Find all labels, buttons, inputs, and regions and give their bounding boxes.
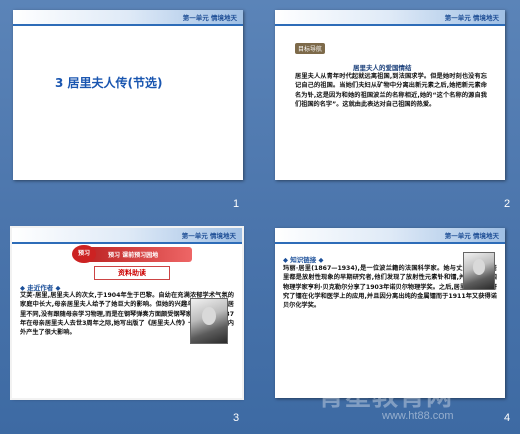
slide-thumbnail-4[interactable]: 第一单元 情境地天 ◆ 知识链接 ◆ 玛丽·居里(1867—1934),是一位波… — [275, 228, 505, 398]
reading-aid-box: 资料助读 — [94, 266, 170, 280]
lesson-title: 3 居里夫人传(节选) — [55, 76, 163, 90]
slide-header: 第一单元 情境地天 — [12, 228, 242, 244]
preview-banner: 预习 预习 课前预习园地 — [72, 245, 192, 263]
header-label: 第一单元 情境地天 — [181, 232, 236, 240]
section-subhead: 居里夫人的爱国情结 — [353, 64, 412, 72]
slide-number-3: 3 — [233, 412, 240, 424]
header-label: 第一单元 情境地天 — [444, 14, 499, 22]
slide-header: 第一单元 情境地天 — [275, 228, 505, 244]
watermark-url: www.ht88.com — [382, 410, 454, 422]
slide-number-2: 2 — [504, 198, 511, 210]
slide-thumbnail-1[interactable]: 第一单元 情境地天 3 居里夫人传(节选) — [13, 10, 243, 180]
section-bullet: ◆ 知识链接 ◆ — [283, 256, 324, 264]
slide-header: 第一单元 情境地天 — [275, 10, 505, 26]
slide-thumbnail-2[interactable]: 第一单元 情境地天 目标导航 居里夫人的爱国情结 居里夫人从青年时代起就远离祖国… — [275, 10, 505, 180]
watermark-logo: 育星教育网 — [318, 382, 454, 412]
curie-photo — [463, 252, 495, 290]
slide-number-4: 4 — [504, 412, 511, 424]
header-label: 第一单元 情境地天 — [182, 14, 237, 22]
body-paragraph: 居里夫人从青年时代起就远离祖国,到法国求学。但是她时刻也没有忘记自己的祖国。当她… — [295, 73, 487, 108]
slide-number-1: 1 — [233, 198, 240, 210]
author-photo — [190, 298, 228, 344]
slide-thumbnail-3[interactable]: 第一单元 情境地天 预习 预习 课前预习园地 资料助读 ◆ 走近作者 ◆ 艾芙·居… — [10, 226, 244, 400]
header-label: 第一单元 情境地天 — [444, 232, 499, 240]
target-badge: 目标导航 — [295, 43, 326, 54]
slide-header: 第一单元 情境地天 — [13, 10, 243, 26]
